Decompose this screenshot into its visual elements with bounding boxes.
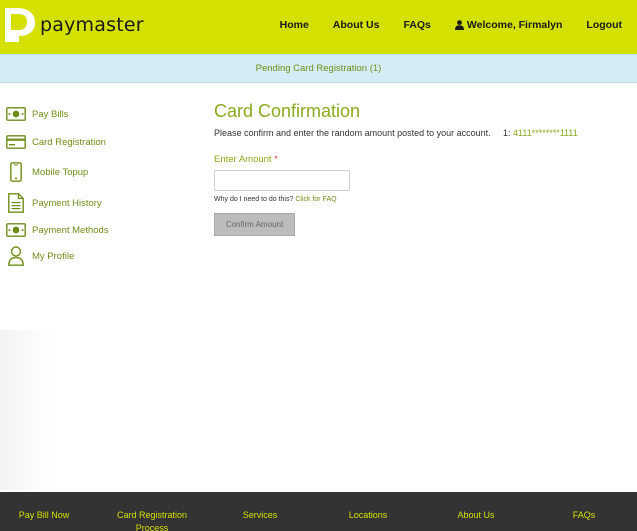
footer-link-card-registration-process[interactable]: Card Registration Process: [112, 509, 192, 531]
banknote-icon: [6, 104, 26, 124]
amount-input[interactable]: [214, 170, 350, 191]
amount-label-text: Enter Amount: [214, 154, 272, 165]
pending-registration-notice[interactable]: Pending Card Registration (1): [0, 54, 637, 83]
footer-link-faqs[interactable]: FAQs: [566, 509, 602, 522]
notice-text: Pending Card Registration (1): [255, 63, 382, 74]
credit-card-icon: [6, 132, 26, 152]
sidebar-item-card-registration[interactable]: Card Registration: [6, 132, 106, 152]
footer-link-about-us[interactable]: About Us: [452, 509, 500, 522]
help-text: Why do I need to do this? Click for FAQ: [214, 196, 624, 203]
sidebar-item-label: My Profile: [32, 250, 75, 262]
nav-home[interactable]: Home: [280, 19, 309, 31]
card-number-display: 1: 4111********1111: [503, 128, 578, 138]
footer-link-locations[interactable]: Locations: [342, 509, 394, 522]
document-icon: [6, 193, 26, 213]
banknote-icon: [6, 220, 26, 240]
nav-logout[interactable]: Logout: [586, 19, 622, 31]
nav-faqs[interactable]: FAQs: [403, 19, 430, 31]
site-footer: Pay Bill Now Card Registration Process S…: [0, 492, 637, 531]
user-profile-icon: [6, 246, 26, 266]
sidebar-item-label: Mobile Topup: [32, 166, 89, 178]
mobile-phone-icon: [6, 162, 26, 182]
user-icon: [454, 20, 464, 30]
page-title: Card Confirmation: [214, 101, 361, 121]
amount-field-label: Enter Amount *: [214, 154, 624, 165]
sidebar-item-payment-history[interactable]: Payment History: [6, 193, 102, 213]
card-confirmation-panel: Card Confirmation Please confirm and ent…: [214, 101, 624, 236]
instruction-row: Please confirm and enter the random amou…: [214, 128, 624, 142]
sidebar-item-label: Pay Bills: [32, 108, 69, 120]
top-nav: Home About Us FAQs Welcome, Firmalyn Log…: [280, 19, 622, 31]
required-marker: *: [274, 154, 278, 165]
sidebar-item-label: Payment History: [32, 197, 102, 209]
site-header: paymaster Home About Us FAQs Welcome, Fi…: [0, 0, 637, 54]
decorative-fade: [0, 330, 55, 490]
instruction-text: Please confirm and enter the random amou…: [214, 128, 491, 138]
help-question: Why do I need to do this?: [214, 196, 294, 203]
nav-user-label: Welcome, Firmalyn: [466, 19, 563, 31]
sidebar-item-label: Card Registration: [32, 136, 106, 148]
footer-link-services[interactable]: Services: [236, 509, 284, 522]
footer-link-pay-bill-now[interactable]: Pay Bill Now: [14, 509, 74, 522]
brand-name: paymaster: [40, 14, 144, 36]
masked-card-number: 4111********1111: [513, 128, 578, 138]
faq-link[interactable]: Click for FAQ: [295, 196, 336, 203]
nav-about-us[interactable]: About Us: [333, 19, 380, 31]
sidebar-item-mobile-topup[interactable]: Mobile Topup: [6, 162, 88, 182]
sidebar-item-pay-bills[interactable]: Pay Bills: [6, 104, 68, 124]
brand-logo[interactable]: paymaster: [5, 8, 144, 42]
sidebar-item-payment-methods[interactable]: Payment Methods: [6, 220, 109, 240]
confirm-amount-button[interactable]: Confirm Amount: [214, 213, 295, 236]
sidebar-item-my-profile[interactable]: My Profile: [6, 246, 74, 266]
card-index: 1:: [503, 128, 514, 138]
sidebar-item-label: Payment Methods: [32, 224, 109, 236]
paymaster-logo-icon: [5, 8, 35, 42]
nav-user-welcome[interactable]: Welcome, Firmalyn: [454, 19, 563, 31]
